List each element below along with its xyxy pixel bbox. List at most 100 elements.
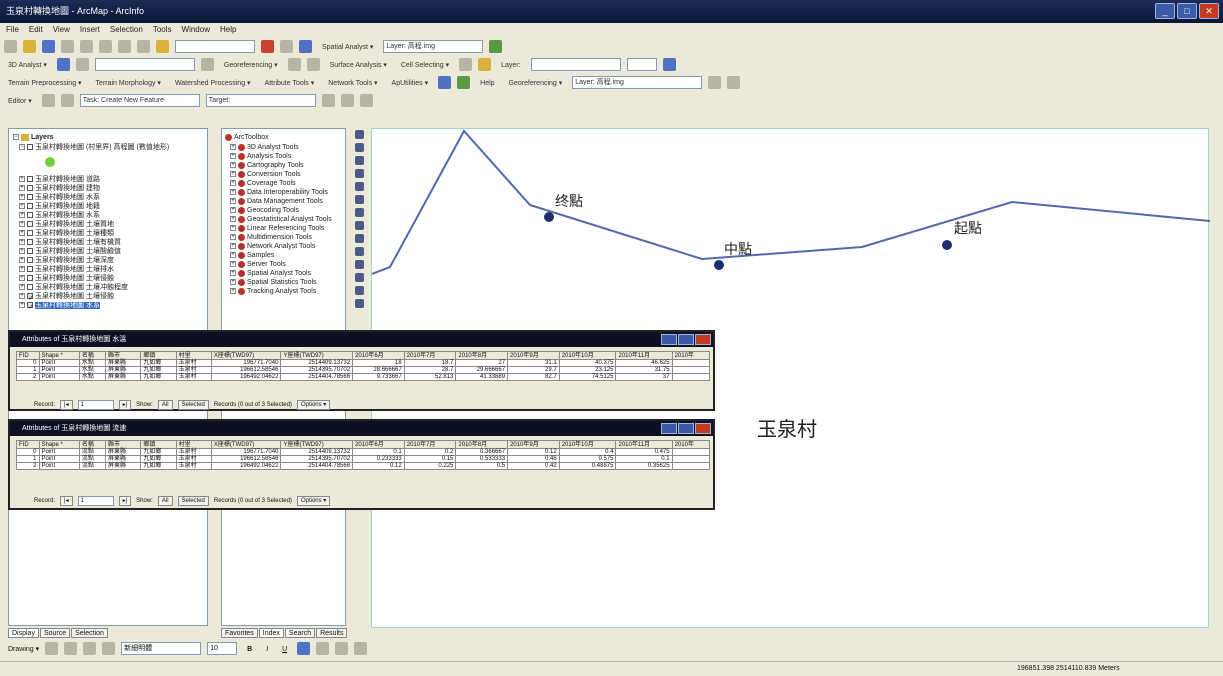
table-row[interactable]: 2 Point 水點 屏東縣 九如鄉 玉泉村 196492.04622 2514404.785… [16, 373, 711, 381]
column-header[interactable]: 鄉鎮 [140, 351, 177, 360]
measure-icon[interactable] [354, 299, 364, 308]
3d-analyst-menu[interactable]: 3D Analyst ▾ [4, 58, 51, 71]
options-button[interactable]: Options ▾ [296, 400, 331, 410]
attributes-icon[interactable] [359, 94, 373, 107]
font-combo[interactable]: 新細明體 [121, 642, 202, 655]
toc-layer-11[interactable]: + 玉泉村轉換地圖 土壤排水 [19, 265, 114, 274]
3d-layer-combo[interactable] [94, 58, 195, 71]
tab-display[interactable]: Display [8, 628, 39, 638]
column-header[interactable]: 2010年 [671, 440, 711, 449]
cell-selecting-menu[interactable]: Cell Selecting ▾ [397, 58, 453, 71]
select-elements-icon[interactable] [354, 260, 364, 269]
column-header[interactable]: 2010年7月 [403, 440, 457, 449]
column-header[interactable]: 2010年8月 [455, 440, 509, 449]
table-row[interactable]: 1 Point 流點 屏東縣 九如鄉 玉泉村 196612.58546 2514395.707… [16, 455, 711, 463]
target-combo[interactable]: Target: [205, 94, 316, 107]
column-header[interactable]: 村里 [175, 440, 212, 449]
terrain-preprocessing-menu[interactable]: Terrain Preprocessing ▾ [4, 76, 86, 89]
column-header[interactable]: 2010年11月 [615, 351, 673, 360]
tab-source[interactable]: Source [39, 628, 71, 638]
3d-tool-icon[interactable] [56, 58, 70, 71]
toolbox-item-13[interactable]: + Server Tools [230, 260, 286, 269]
toolbox-item-15[interactable]: + Spatial Statistics Tools [230, 278, 317, 287]
font-color-icon[interactable] [297, 642, 311, 655]
column-header[interactable]: FID [16, 440, 40, 449]
menu-file[interactable]: File [6, 23, 19, 37]
attribute-window-1-titlebar[interactable]: Attributes of 玉泉村轉換地圖 水溫 [10, 332, 713, 347]
arctoolbox-icon[interactable] [261, 40, 274, 53]
italic-icon[interactable]: I [262, 642, 272, 655]
column-header[interactable]: 2010年 [671, 351, 711, 360]
clear-selection-icon[interactable] [354, 247, 364, 256]
cell-tool-icon-2[interactable] [478, 58, 492, 71]
pan-icon[interactable] [727, 76, 741, 89]
select-features-icon[interactable] [354, 234, 364, 243]
column-header[interactable]: 2010年9月 [507, 351, 560, 360]
maximize-button[interactable] [678, 423, 694, 434]
menu-edit[interactable]: Edit [29, 23, 43, 37]
find-icon[interactable] [354, 286, 364, 295]
edit-tool-icon[interactable] [41, 94, 55, 107]
toolbox-item-12[interactable]: + Samples [230, 251, 274, 260]
toolbox-item-10[interactable]: + Multidimension Tools [230, 233, 312, 242]
command-line-icon[interactable] [280, 40, 293, 53]
toc-layer-15[interactable]: + ✓玉泉村轉換地圖 水系 [19, 301, 100, 311]
toolbox-item-14[interactable]: + Spatial Analyst Tools [230, 269, 311, 278]
table-row[interactable]: 2 Point 流點 屏東縣 九如鄉 玉泉村 196492.04622 2514404.785… [16, 462, 711, 470]
minimize-button[interactable] [661, 334, 677, 345]
column-header[interactable]: 2010年6月 [352, 440, 405, 449]
toc-layer-2[interactable]: + 玉泉村轉換地圖 建物 [19, 184, 100, 193]
underline-icon[interactable]: U [278, 642, 291, 655]
georeferencing-menu[interactable]: Georeferencing ▾ [220, 58, 282, 71]
toolbox-item-9[interactable]: + Linear Referencing Tools [230, 224, 324, 233]
column-header[interactable]: Y座標(TWD97) [280, 440, 354, 449]
toolbox-item-6[interactable]: + Data Management Tools [230, 197, 323, 206]
watershed-processing-menu[interactable]: Watershed Processing ▾ [171, 76, 255, 89]
toolbox-item-16[interactable]: + Tracking Analyst Tools [230, 287, 316, 296]
zoom-out-icon[interactable] [354, 143, 364, 152]
save-icon[interactable] [42, 40, 55, 53]
spatial-analyst-menu[interactable]: Spatial Analyst ▾ [318, 40, 377, 53]
column-header[interactable]: Y座標(TWD97) [280, 351, 354, 360]
forward-extent-icon[interactable] [354, 221, 364, 230]
marker-color-icon[interactable] [354, 642, 368, 655]
new-icon[interactable] [4, 40, 17, 53]
table-row[interactable]: 0 Point 水點 屏東縣 九如鄉 玉泉村 196771.7040 2514409.1373… [16, 359, 711, 367]
attribute-window-2-titlebar[interactable]: Attributes of 玉泉村轉換地圖 流速 [10, 421, 713, 436]
toolbox-item-2[interactable]: + Cartography Tools [230, 161, 304, 170]
next-record-button[interactable]: ▸| [118, 496, 132, 506]
line-color-icon[interactable] [335, 642, 349, 655]
toc-layer-14[interactable]: + ✓玉泉村轉換地圖 土壤侵蝕 [19, 292, 114, 302]
add-data-icon[interactable] [156, 40, 169, 53]
close-button[interactable]: ✕ [1199, 3, 1219, 19]
column-header[interactable]: X座標(TWD97) [210, 440, 282, 449]
toc-layer-1[interactable]: + 玉泉村轉換地圖 道路 [19, 175, 100, 184]
record-number-input[interactable]: 1 [77, 496, 114, 506]
full-extent-icon[interactable] [354, 195, 364, 204]
toc-layer-3[interactable]: + 玉泉村轉換地圖 水系 [19, 193, 100, 202]
zoom-icon[interactable] [708, 76, 722, 89]
column-header[interactable]: 2010年10月 [558, 440, 617, 449]
menu-help[interactable]: Help [220, 23, 236, 37]
aputilities-menu[interactable]: ApUtilities ▾ [388, 76, 433, 89]
identify-icon[interactable] [354, 273, 364, 282]
column-header[interactable]: 2010年6月 [352, 351, 405, 360]
hydro-tool-icon-2[interactable] [457, 76, 471, 89]
bold-icon[interactable]: B [243, 642, 256, 655]
column-header[interactable]: 2010年9月 [507, 440, 560, 449]
column-header[interactable]: 縣市 [105, 351, 142, 360]
toc-layer-8[interactable]: + 玉泉村轉換地圖 土壤有機質 [19, 238, 121, 247]
column-header[interactable]: FID [16, 351, 40, 360]
cell-tool-icon[interactable] [459, 58, 473, 71]
hydro-tool-icon[interactable] [438, 76, 452, 89]
table-row[interactable]: 0 Point 流點 屏東縣 九如鄉 玉泉村 196771.7040 2514409.1373… [16, 448, 711, 456]
toc-layer-13[interactable]: + 玉泉村轉換地圖 土壤冲蝕程度 [19, 283, 128, 292]
tab-favorites[interactable]: Favorites [221, 628, 258, 638]
value-combo[interactable] [626, 58, 657, 71]
tab-index[interactable]: Index [258, 628, 284, 638]
maximize-button[interactable]: □ [1177, 3, 1197, 19]
open-icon[interactable] [23, 40, 36, 53]
column-header[interactable]: 2010年11月 [615, 440, 673, 449]
georef-icon-2[interactable] [306, 58, 320, 71]
attribute-tools-menu[interactable]: Attribute Tools ▾ [261, 76, 319, 89]
